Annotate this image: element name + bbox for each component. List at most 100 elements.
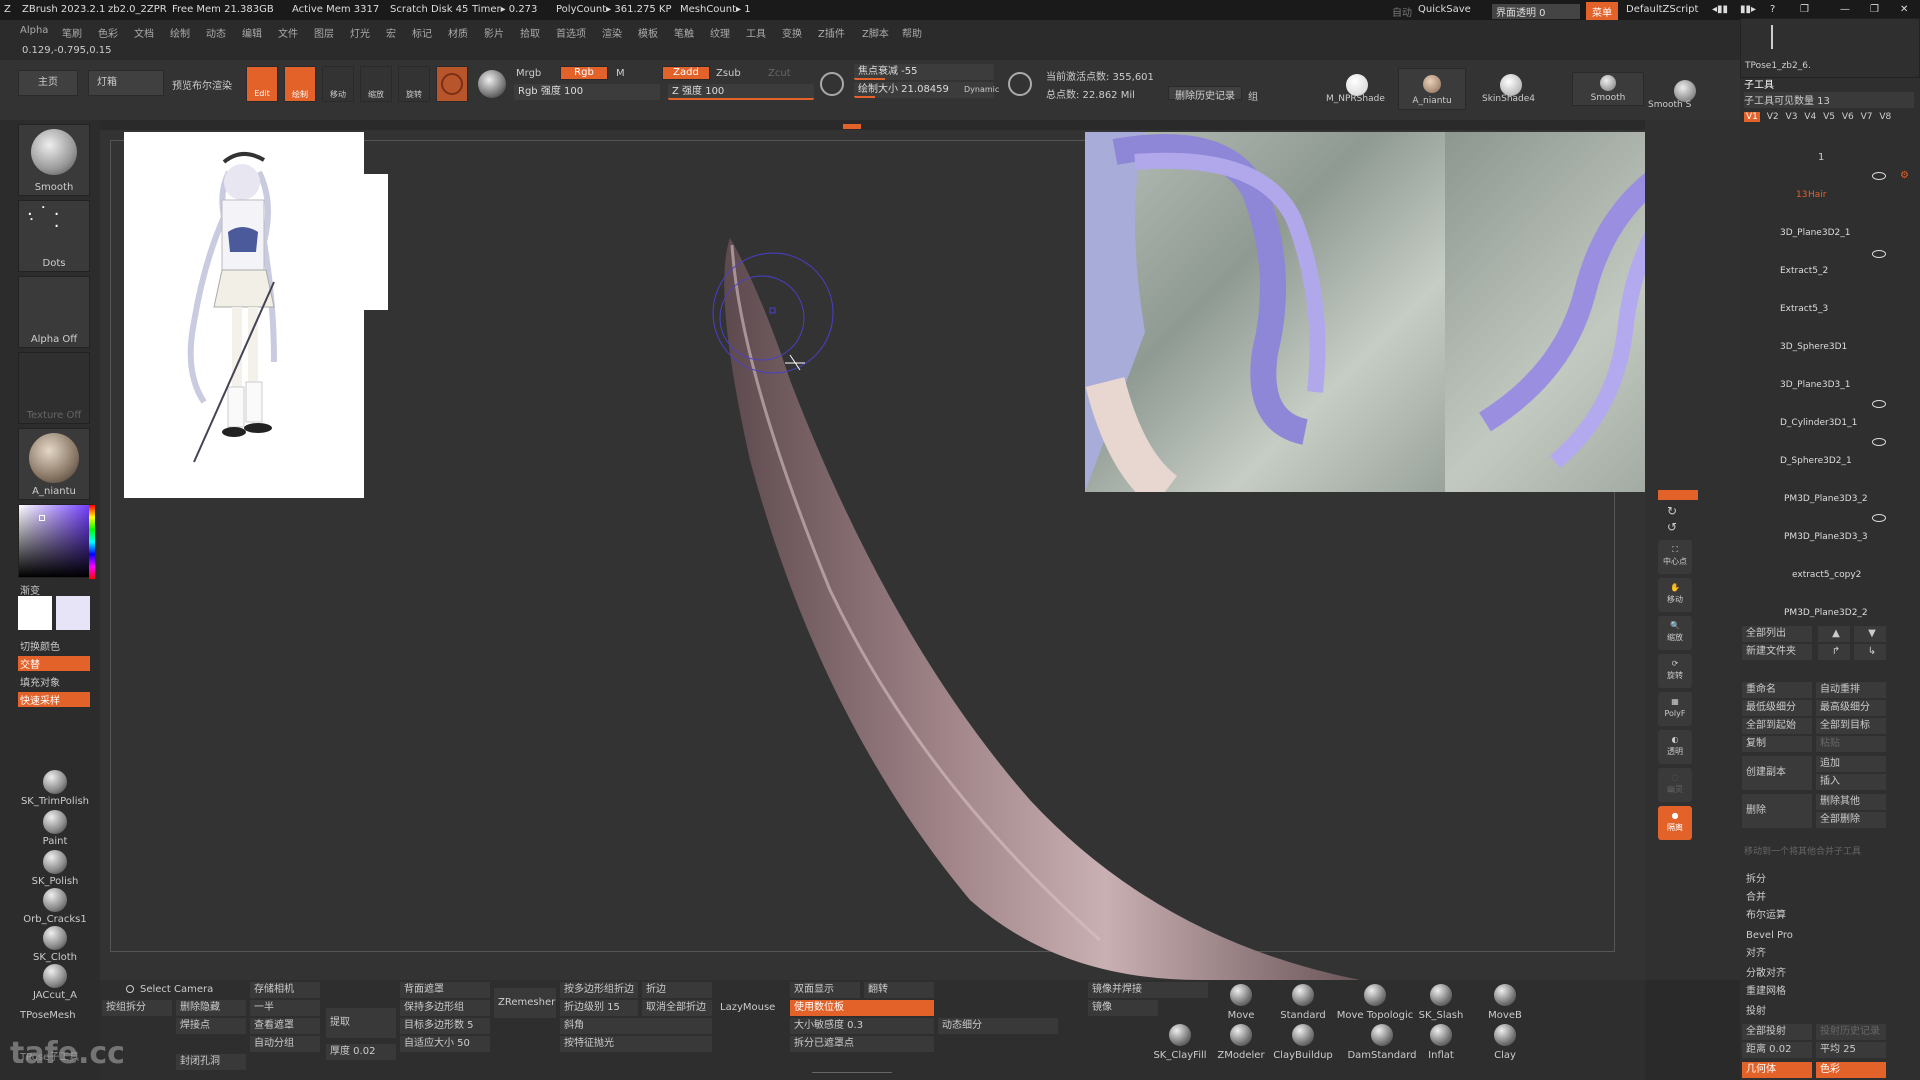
- palette-icon[interactable]: ▮▮▸: [1740, 4, 1756, 15]
- main-color-swatch[interactable]: [18, 596, 52, 630]
- dynamic-toggle[interactable]: Dynamic: [964, 85, 999, 94]
- list-all-button[interactable]: 全部列出: [1742, 626, 1812, 642]
- rgb-toggle[interactable]: Rgb: [560, 66, 608, 80]
- visibility-eye-icon[interactable]: [1872, 400, 1886, 408]
- minimize-icon[interactable]: —: [1840, 4, 1850, 15]
- copy-button[interactable]: 复制: [1742, 736, 1812, 752]
- geometry-toggle[interactable]: 几何体: [1742, 1062, 1812, 1078]
- color-picker[interactable]: [18, 504, 95, 579]
- subtool-cylinder3d1-1[interactable]: D_Cylinder3D1_1: [1780, 418, 1857, 428]
- subtool-pm3d-plane3d3-3[interactable]: PM3D_Plane3D3_3: [1784, 532, 1868, 542]
- menu-transform[interactable]: 变换: [782, 25, 802, 40]
- brush-sk-slash[interactable]: SK_Slash: [1406, 984, 1476, 1021]
- subtool-hair[interactable]: Hair: [1808, 190, 1826, 200]
- menu-tool[interactable]: 工具: [746, 25, 766, 40]
- subtool-plane3d3-1[interactable]: 3D_Plane3D3_1: [1780, 380, 1850, 390]
- quick-sample-button[interactable]: 快速采样: [18, 692, 90, 707]
- menu-help[interactable]: 帮助: [902, 25, 922, 40]
- texture-sphere-icon[interactable]: [478, 70, 506, 98]
- duplicate-button[interactable]: 创建副本: [1742, 756, 1812, 790]
- rotate-view-icon[interactable]: ⟳ 旋转: [1658, 654, 1692, 688]
- size-sensitivity-slider[interactable]: 大小敏感度 0.3: [790, 1018, 934, 1034]
- brush-moveb[interactable]: MoveB: [1470, 984, 1540, 1021]
- draw-button[interactable]: 绘制: [284, 66, 316, 102]
- brush-orb-cracks[interactable]: Orb_Cracks1: [10, 888, 100, 925]
- subtool-extract5-3[interactable]: Extract5_3: [1780, 304, 1828, 314]
- visible-count-slider[interactable]: 子工具可见数量 13: [1744, 92, 1914, 108]
- ghost-icon[interactable]: ◌ 幽灵: [1658, 768, 1692, 802]
- menu-movie[interactable]: 影片: [484, 25, 504, 40]
- rotate-small-icon-2[interactable]: ↺: [1667, 520, 1677, 534]
- all-to-start-button[interactable]: 全部到起始: [1742, 718, 1812, 734]
- z-intensity-slider[interactable]: Z 强度 100: [668, 84, 814, 100]
- subtool-pm3d-plane3d3-2[interactable]: PM3D_Plane3D3_2: [1784, 494, 1868, 504]
- brush-sk-cloth[interactable]: SK_Cloth: [10, 926, 100, 963]
- brush-zmodeler[interactable]: ZModeler: [1206, 1024, 1276, 1061]
- project-all-button[interactable]: 全部投射: [1742, 1024, 1812, 1040]
- menu-macro[interactable]: 宏: [386, 25, 396, 40]
- camera-radio-icon[interactable]: [126, 985, 134, 993]
- focal-shift-slider[interactable]: 焦点衰减 -55: [854, 64, 994, 80]
- alternate-button[interactable]: 交替: [18, 656, 90, 671]
- switch-color-button[interactable]: 切换颜色: [20, 638, 60, 653]
- frame-center-icon[interactable]: ⛶ 中心点: [1658, 540, 1692, 574]
- zremesher-button[interactable]: ZRemesher: [494, 988, 556, 1018]
- op-bevel-pro[interactable]: Bevel Pro: [1742, 928, 1918, 944]
- material-npr-icon[interactable]: [1346, 74, 1368, 96]
- fill-object-button[interactable]: 填充对象: [20, 674, 60, 689]
- version-v1[interactable]: V1: [1744, 112, 1760, 122]
- menu-zplugin[interactable]: Z插件: [818, 25, 845, 40]
- menu-layer[interactable]: 图层: [314, 25, 334, 40]
- settings-gear-icon[interactable]: ⚙: [1900, 170, 1909, 186]
- zcut-toggle[interactable]: Zcut: [768, 68, 791, 79]
- menu-zscript[interactable]: Z脚本: [862, 25, 889, 40]
- crease-level-slider[interactable]: 折边级别 15: [560, 1000, 638, 1016]
- m-toggle[interactable]: M: [616, 68, 625, 79]
- op-split[interactable]: 拆分: [1742, 872, 1918, 888]
- extract-button[interactable]: 提取: [326, 1008, 396, 1038]
- menu-dynamics[interactable]: 动态: [206, 25, 226, 40]
- alpha-tile[interactable]: Alpha Off: [18, 276, 90, 348]
- op-distribute[interactable]: 分散对齐: [1742, 966, 1918, 982]
- move-button[interactable]: 移动: [322, 66, 354, 102]
- new-folder-button[interactable]: 新建文件夹: [1742, 644, 1812, 660]
- hue-bar[interactable]: [89, 505, 95, 579]
- back-mask-button[interactable]: 背面遮罩: [400, 982, 490, 998]
- brush-sk-trimpolish[interactable]: SK_TrimPolish: [10, 770, 100, 807]
- average-slider[interactable]: 平均 25: [1816, 1042, 1886, 1058]
- focal-shift-icon[interactable]: [820, 72, 844, 96]
- zoom-view-icon[interactable]: 🔍 缩放: [1658, 616, 1692, 650]
- version-v5[interactable]: V5: [1823, 112, 1835, 122]
- close-holes-button[interactable]: 封闭孔洞: [176, 1054, 246, 1070]
- current-brush-tile[interactable]: Smooth: [18, 124, 90, 196]
- rgb-intensity-slider[interactable]: Rgb 强度 100: [514, 84, 660, 100]
- use-tablet-button[interactable]: 使用数位板: [790, 1000, 934, 1016]
- subtool-extract5-copy2[interactable]: extract5_copy2: [1792, 570, 1861, 580]
- default-zscript[interactable]: DefaultZScript: [1626, 4, 1698, 15]
- op-boolean[interactable]: 布尔运算: [1742, 908, 1918, 924]
- zsub-toggle[interactable]: Zsub: [716, 68, 741, 79]
- op-project[interactable]: 投射: [1742, 1004, 1918, 1020]
- menu-edit[interactable]: 编辑: [242, 25, 262, 40]
- mirror-weld-button[interactable]: 镜像并焊接: [1088, 982, 1208, 998]
- crease-pg-button[interactable]: 按多边形组折边: [560, 982, 638, 998]
- menu-brush[interactable]: 笔刷: [62, 25, 82, 40]
- close-icon[interactable]: ✕: [1900, 4, 1908, 15]
- solo-icon[interactable]: ● 隔离: [1658, 806, 1692, 840]
- smooth-s-icon[interactable]: [1674, 80, 1696, 102]
- delete-other-button[interactable]: 删除其他: [1816, 794, 1886, 810]
- menu-document[interactable]: 文档: [134, 25, 154, 40]
- visibility-eye-icon[interactable]: [1872, 514, 1886, 522]
- brush-move[interactable]: Move: [1206, 984, 1276, 1021]
- edit-button[interactable]: Edit: [246, 66, 278, 102]
- split-groups-button[interactable]: 按组拆分: [102, 1000, 172, 1016]
- subtool-plane3d2-1[interactable]: 3D_Plane3D2_1: [1780, 228, 1850, 238]
- subtool-pm3d-plane3d2-2[interactable]: PM3D_Plane3D2_2: [1784, 608, 1868, 618]
- op-remesh[interactable]: 重建网格: [1742, 984, 1918, 1000]
- rotate-button[interactable]: 旋转: [398, 66, 430, 102]
- brush-claybuildup[interactable]: ClayBuildup: [1268, 1024, 1338, 1061]
- insert-button[interactable]: 插入: [1816, 774, 1886, 790]
- menu-draw[interactable]: 绘制: [170, 25, 190, 40]
- lowest-subdiv-button[interactable]: 最低级细分: [1742, 700, 1812, 716]
- move-down-icon[interactable]: ↳: [1854, 644, 1886, 660]
